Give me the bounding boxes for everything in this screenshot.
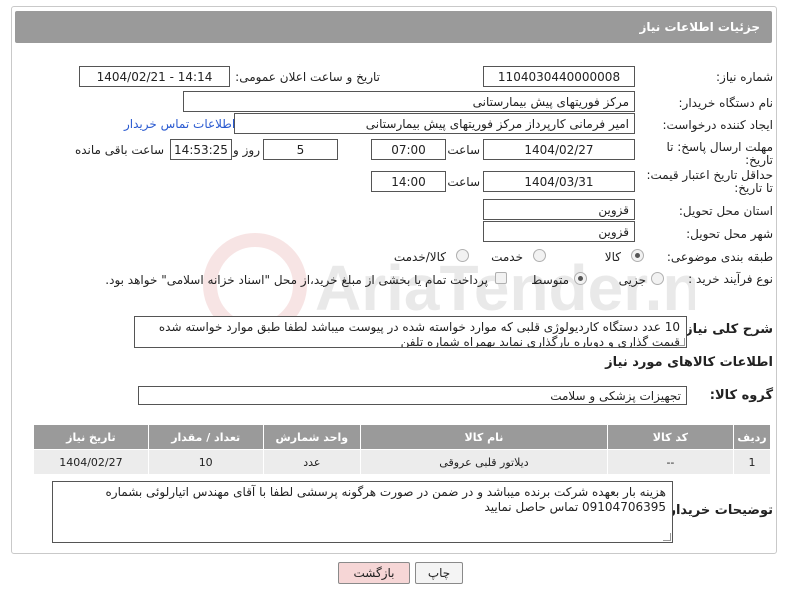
reply-deadline-label-2: تاریخ:: [745, 153, 773, 167]
resize-handle[interactable]: [663, 533, 671, 541]
treasury-payment-note: پرداخت تمام یا بخشی از مبلغ خرید،از محل …: [105, 273, 488, 287]
reply-days-field: 5: [263, 139, 338, 160]
reply-hour-label: ساعت: [447, 143, 480, 157]
cell-item-code: --: [606, 449, 735, 475]
contact-buyer-link[interactable]: اطلاعات تماس خریدار: [124, 117, 235, 131]
category-service-radio[interactable]: [533, 249, 546, 262]
col-header-item-name: نام کالا: [360, 424, 608, 450]
category-label: طبقه بندی موضوعی:: [666, 250, 773, 264]
description-label: شرح کلی نیاز:: [679, 322, 773, 337]
col-header-item-code: کد کالا: [606, 424, 735, 450]
city-field: قزوین: [483, 221, 635, 242]
description-content: 10 عدد دستگاه کاردیولوژی قلبی که موارد خ…: [158, 320, 680, 348]
buyer-org-field: مرکز فوریتهای پیش بیمارستانی: [183, 91, 635, 112]
province-label: استان محل تحویل:: [678, 204, 773, 218]
col-header-unit: واحد شمارش: [262, 424, 362, 450]
treasury-payment-checkbox[interactable]: [495, 272, 507, 284]
category-goods-service-radio[interactable]: [456, 249, 469, 262]
resize-handle[interactable]: [677, 338, 685, 346]
announce-datetime-label: تاریخ و ساعت اعلان عمومی:: [235, 70, 380, 84]
buyer-org-label: نام دستگاه خریدار:: [678, 96, 774, 110]
description-text: 10 عدد دستگاه کاردیولوژی قلبی که موارد خ…: [134, 316, 687, 348]
table-header-row: ردیف کد کالا نام کالا واحد شمارش تعداد /…: [33, 424, 771, 450]
buyer-notes-text: هزینه بار بعهده شرکت برنده میباشد و در ض…: [52, 481, 673, 543]
items-info-title: اطلاعات کالاهای مورد نیاز: [605, 355, 773, 370]
items-table: ردیف کد کالا نام کالا واحد شمارش تعداد /…: [33, 424, 771, 475]
category-goods-service-label: کالا/خدمت: [393, 250, 446, 264]
buyer-notes-label: توضیحات خریدار:: [663, 503, 773, 518]
reply-deadline-label-1: مهلت ارسال پاسخ: تا: [666, 140, 773, 154]
purchase-minor-radio[interactable]: [651, 272, 664, 285]
creator-field: امیر فرمانی کارپرداز مرکز فوریتهای پیش ب…: [234, 113, 635, 134]
table-row: 1 -- دیلاتور قلبی عروقی عدد 10 1404/02/2…: [33, 449, 771, 475]
category-goods-label: کالا: [604, 250, 621, 264]
print-button[interactable]: چاپ: [415, 562, 463, 584]
price-validity-label-1: حداقل تاریخ اعتبار قیمت:: [646, 168, 773, 182]
purchase-medium-label: متوسط: [531, 273, 569, 287]
purchase-minor-label: جزیی: [618, 273, 646, 287]
cell-need-date: 1404/02/27: [33, 449, 149, 475]
announce-datetime-field: 1404/02/21 - 14:14: [79, 66, 230, 87]
city-label: شهر محل تحویل:: [686, 227, 773, 241]
days-and-label: روز و: [233, 143, 260, 157]
reply-date-field: 1404/02/27: [483, 139, 635, 160]
price-validity-label-2: تا تاریخ:: [734, 181, 773, 195]
col-header-quantity: تعداد / مقدار: [147, 424, 264, 450]
purchase-medium-radio[interactable]: [574, 272, 587, 285]
validity-hour-label: ساعت: [447, 175, 480, 189]
category-goods-radio[interactable]: [631, 249, 644, 262]
cell-item-name: دیلاتور قلبی عروقی: [360, 449, 608, 475]
need-number-label: شماره نیاز:: [716, 70, 773, 84]
validity-date-field: 1404/03/31: [483, 171, 635, 192]
goods-group-label: گروه کالا:: [709, 388, 773, 403]
need-number-field: 1104030440000008: [483, 66, 635, 87]
cell-quantity: 10: [147, 449, 264, 475]
page-title: جزئیات اطلاعات نیاز: [639, 20, 760, 34]
col-header-row-number: ردیف: [733, 424, 771, 450]
purchase-type-label: نوع فرآیند خرید :: [688, 272, 773, 286]
remaining-time-field: 14:53:25: [170, 139, 232, 160]
creator-label: ایجاد کننده درخواست:: [662, 118, 773, 132]
buyer-notes-content: هزینه بار بعهده شرکت برنده میباشد و در ض…: [105, 485, 666, 514]
validity-time-field: 14:00: [371, 171, 446, 192]
reply-time-field: 07:00: [371, 139, 446, 160]
cell-unit: عدد: [262, 449, 362, 475]
province-field: قزوین: [483, 199, 635, 220]
page-header: جزئیات اطلاعات نیاز: [15, 11, 772, 43]
hours-remaining-label: ساعت باقی مانده: [74, 143, 164, 157]
col-header-need-date: تاریخ نیاز: [33, 424, 149, 450]
cell-row-number: 1: [733, 449, 771, 475]
goods-group-field: تجهیزات پزشکی و سلامت: [138, 386, 687, 405]
category-service-label: خدمت: [491, 250, 523, 264]
back-button[interactable]: بازگشت: [338, 562, 410, 584]
